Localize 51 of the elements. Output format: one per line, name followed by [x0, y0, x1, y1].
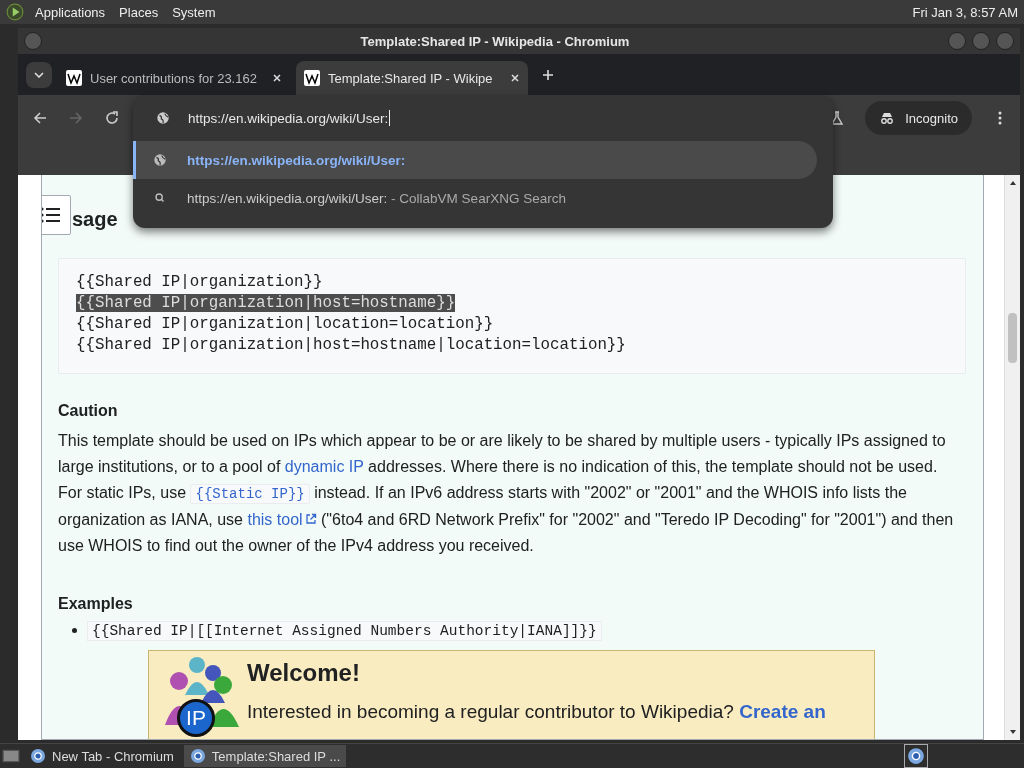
panel-menu[interactable]: System [169, 4, 219, 20]
window-title: Template:Shared IP - Wikipedia - Chromium [359, 33, 631, 49]
section-heading: Caution [58, 402, 119, 420]
chevron-down-icon [34, 71, 44, 78]
scrollbar-thumb[interactable] [1008, 313, 1017, 363]
suggestion-item[interactable]: https://en.wikipedia.org/wiki/User: [133, 141, 817, 179]
list-icon [42, 207, 60, 223]
section-heading: Examples [58, 595, 134, 613]
reload-icon[interactable] [104, 110, 120, 126]
wikipedia-icon [66, 70, 82, 86]
panel-menu[interactable]: Applications [32, 4, 109, 20]
tab-search-button[interactable] [26, 61, 52, 88]
welcome-title: Welcome! [247, 659, 361, 687]
clock: Fri Jan 3, 8:57 AM [912, 4, 1018, 20]
ip-badge: IP [177, 699, 215, 737]
new-tab-icon[interactable] [542, 68, 554, 81]
code-snippet: {{Shared IP|[[Internet Assigned Numbers Authority|IANA]]}} [87, 621, 602, 641]
search-icon [153, 191, 167, 205]
section-heading: sage [72, 207, 118, 231]
taskbar-item[interactable]: New Tab - Chromium [24, 745, 180, 767]
external-link[interactable]: this tool [247, 511, 317, 529]
code-line: {{Shared IP|organization|host=hostname|location=location}} [76, 336, 626, 354]
show-desktop-icon[interactable] [2, 747, 20, 765]
globe-icon [153, 153, 167, 167]
incognito-icon [879, 110, 896, 126]
template-link[interactable]: {{Static IP}} [190, 483, 310, 504]
back-icon[interactable] [32, 110, 48, 126]
browser-tab[interactable]: User contributions for 23.162 [58, 61, 290, 95]
text-link[interactable]: dynamic IP [284, 457, 364, 475]
browser-icon [189, 748, 206, 764]
external-link-icon [304, 513, 317, 526]
code-line: {{Shared IP|organization|location=location}} [76, 315, 494, 333]
browser-tab[interactable]: Template:Shared IP - Wikipe [296, 61, 528, 95]
close-icon[interactable] [272, 73, 282, 83]
scroll-down-icon[interactable] [1008, 729, 1017, 735]
wikipedia-icon [304, 70, 320, 86]
code-line: {{Shared IP|organization}} [76, 273, 323, 291]
welcome-text: Interested in becoming a regular contributor to Wikipedia? Create an [247, 700, 826, 724]
browser-icon [30, 748, 46, 764]
panel-menu[interactable]: Places [116, 4, 162, 20]
close-icon[interactable] [510, 73, 520, 83]
taskbar-item[interactable]: Template:Shared IP ... [183, 745, 347, 767]
launcher-icon[interactable] [6, 3, 24, 21]
scroll-up-icon[interactable] [1008, 180, 1017, 186]
caution-paragraph: This template should be used on IPs which appear to be or are likely to be shared by multiple users - typically IPs assigned to large institutions, or to a pool of dynamic IP addresses. Where there is no indication of this, the template should not be used. For static IPs, use {{Static IP}} instead. If an IPv6 address starts with "2002" or "2001" and the WHOIS info lists the organization as IANA, use this tool ("6to4 and 6RD Network Prefix" for "2002" and "Teredo IP Decoding" for "2001") and then use WHOIS to find out the owner of the IPv4 address you received. [58, 431, 955, 557]
create-account-link[interactable]: Create an [739, 701, 826, 722]
suggestion-item[interactable]: https://en.wikipedia.org/wiki/User: - CollabVM SearXNG Search [133, 179, 817, 217]
bullet-icon [72, 628, 77, 634]
scrollbar[interactable] [1004, 175, 1020, 740]
browser-icon[interactable] [904, 744, 928, 768]
incognito-chip[interactable]: Incognito [865, 101, 972, 135]
